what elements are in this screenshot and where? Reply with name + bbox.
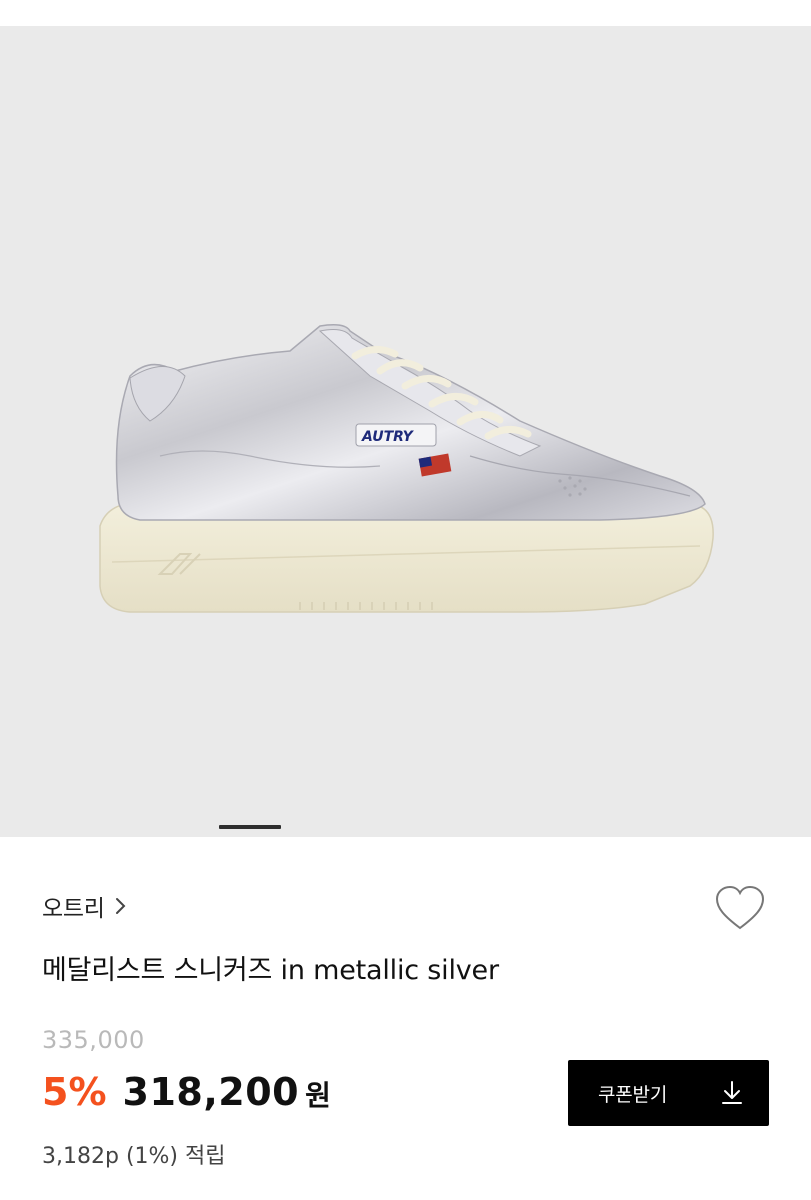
price-row: 5% 318,200 원	[42, 1070, 331, 1114]
top-spacer	[0, 0, 811, 26]
discount-rate: 5%	[42, 1070, 107, 1114]
sale-price: 318,200	[122, 1070, 300, 1114]
product-title: 메달리스트 스니커즈 in metallic silver	[42, 955, 499, 986]
coupon-download-button[interactable]: 쿠폰받기	[568, 1060, 769, 1126]
coupon-label: 쿠폰받기	[598, 1083, 668, 1106]
chevron-right-icon[interactable]	[115, 897, 127, 915]
download-icon	[721, 1080, 743, 1106]
brand-link[interactable]: 오트리	[42, 886, 127, 926]
reward-points: 3,182p (1%) 적립	[42, 1144, 226, 1169]
currency-unit: 원	[305, 1079, 331, 1112]
svg-text:AUTRY: AUTRY	[361, 429, 415, 445]
original-price: 335,000	[42, 1026, 145, 1054]
heart-outline-icon[interactable]	[714, 884, 766, 932]
product-image-sneaker: AUTRY	[99, 324, 714, 613]
wishlist-button[interactable]	[712, 880, 768, 936]
product-image-gallery[interactable]: AUTRY	[0, 26, 811, 837]
brand-name[interactable]: 오트리	[42, 889, 105, 923]
slide-indicator	[219, 825, 281, 829]
